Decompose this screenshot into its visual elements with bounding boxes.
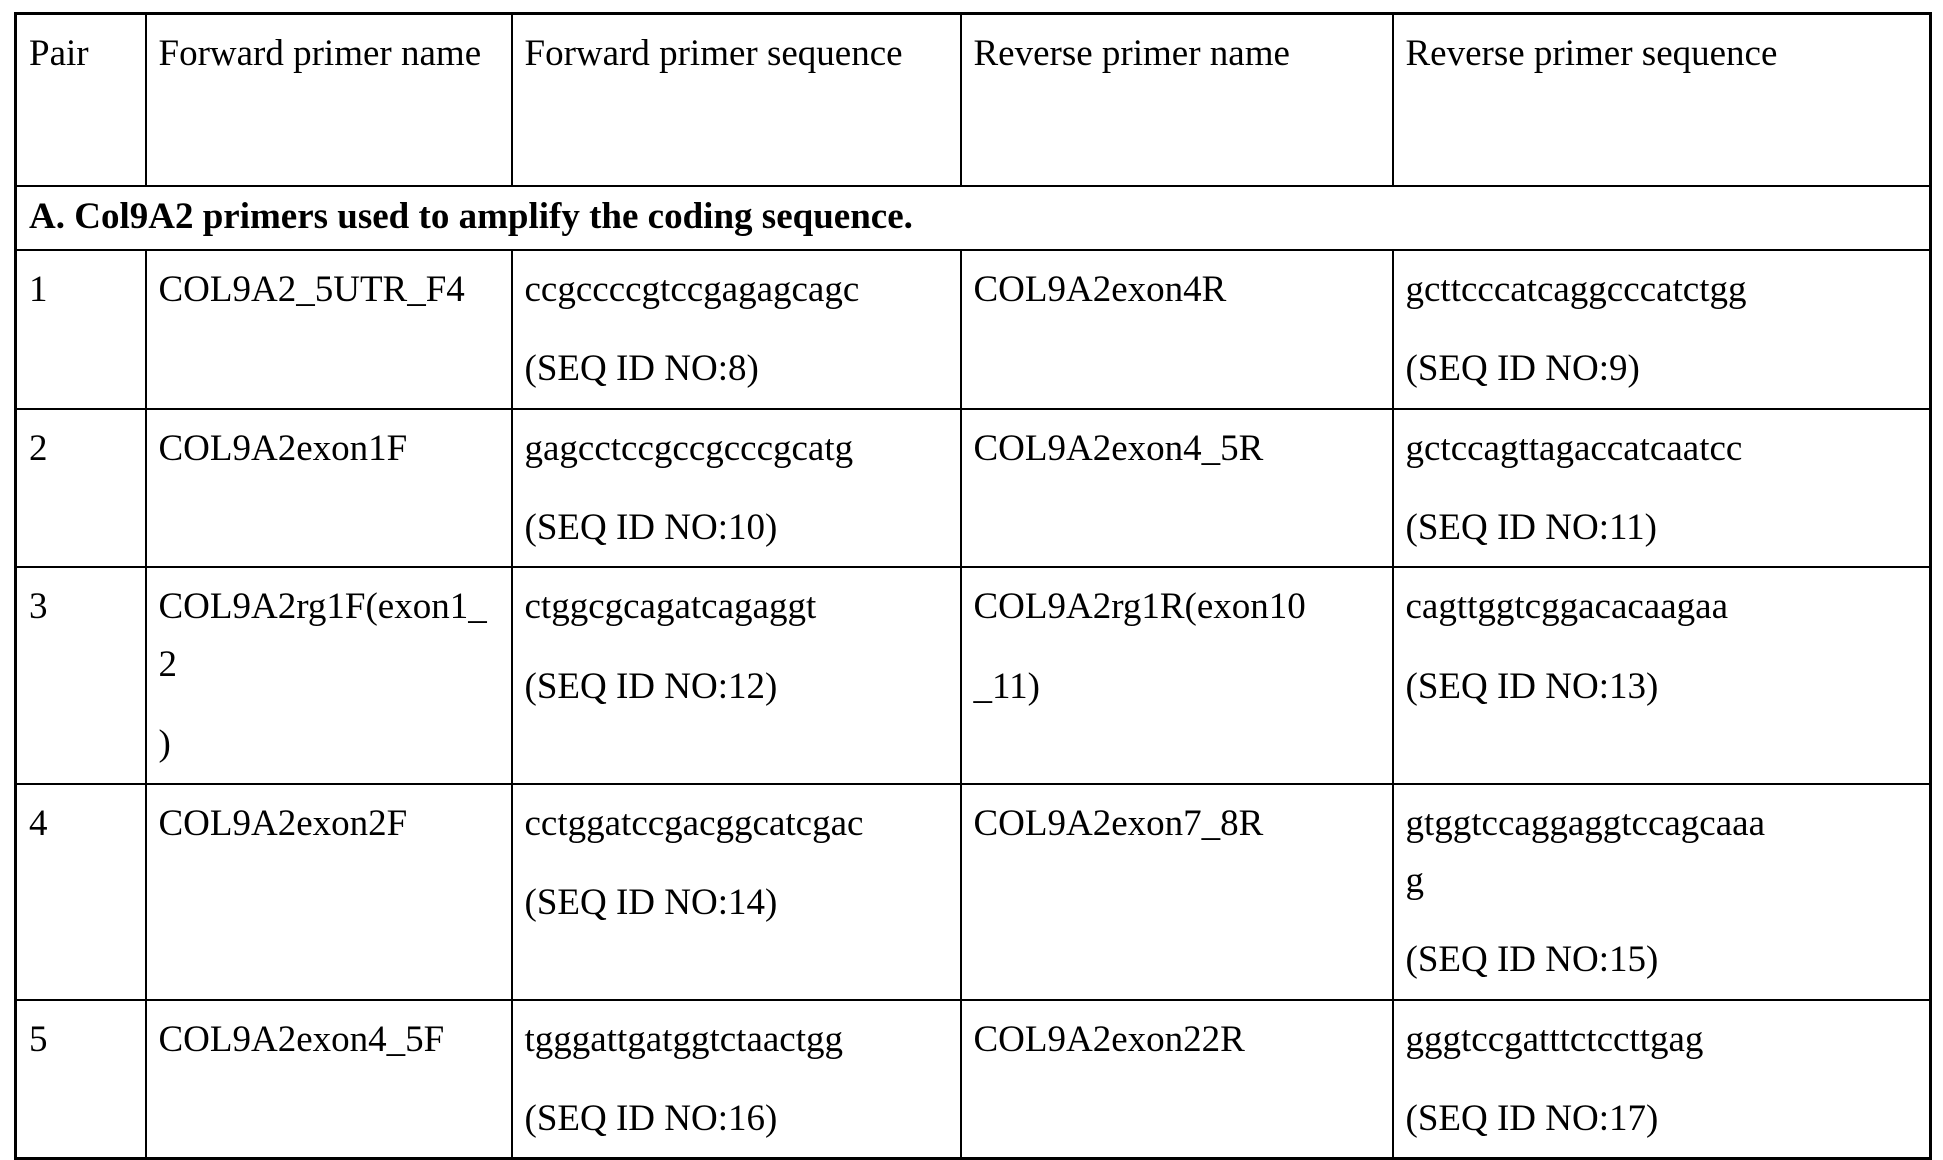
table-body: A. Col9A2 primers used to amplify the co… (14, 184, 1932, 1160)
cell-reverse-primer-sequence: cagttggtcggacacaagaa (SEQ ID NO:13) (1391, 566, 1932, 785)
cell-reverse-primer-name: COL9A2exon4_5R (959, 407, 1394, 569)
cell-reverse-primer-name: COL9A2exon7_8R (959, 782, 1394, 1001)
reverse-seq-id: (SEQ ID NO:13) (1405, 665, 1659, 707)
cell-forward-primer-name: COL9A2exon4_5F (144, 998, 513, 1160)
cell-forward-primer-sequence: ccgccccgtccgagagcagc (SEQ ID NO:8) (510, 249, 962, 410)
forward-sequence-text: ctggcgcagatcagaggt (524, 586, 817, 628)
reverse-sequence-text: cagttggtcggacacaagaa (1405, 586, 1729, 628)
reverse-seq-id: (SEQ ID NO:17) (1405, 1097, 1659, 1139)
reverse-sequence-text: gcttcccatcaggcccatctgg (1405, 269, 1747, 311)
table-header-row: Pair Forward primer name Forward primer … (14, 12, 1932, 187)
table-row: 3 COL9A2rg1F(exon1_2 ) ctggcgcagatcagagg… (14, 566, 1932, 785)
cell-forward-primer-sequence: ctggcgcagatcagaggt (SEQ ID NO:12) (510, 566, 962, 785)
reverse-seq-id: (SEQ ID NO:9) (1405, 348, 1640, 390)
forward-name-line-2: ) (158, 723, 171, 765)
cell-forward-primer-name: COL9A2exon2F (144, 782, 513, 1001)
cell-reverse-primer-sequence: gtggtccaggaggtccagcaaa g (SEQ ID NO:15) (1391, 782, 1932, 1001)
cell-forward-primer-sequence: cctggatccgacggcatcgac (SEQ ID NO:14) (510, 782, 962, 1001)
reverse-sequence-text: gggtccgatttctccttgag (1405, 1018, 1704, 1060)
reverse-sequence-text: gctccagttagaccatcaatcc (1405, 427, 1743, 469)
cell-forward-primer-sequence: gagcctccgccgcccgcatg (SEQ ID NO:10) (510, 407, 962, 569)
forward-name-line-1: COL9A2rg1F(exon1_2 (158, 586, 487, 685)
forward-name-line-1: COL9A2exon2F (158, 802, 408, 844)
forward-sequence-text: cctggatccgacggcatcgac (524, 802, 864, 844)
table-row: 2 COL9A2exon1F gagcctccgccgcccgcatg (SEQ… (14, 407, 1932, 569)
cell-forward-primer-name: COL9A2exon1F (144, 407, 513, 569)
cell-pair: 4 (14, 782, 147, 1001)
table-row: 5 COL9A2exon4_5F tgggattgatggtctaactgg (… (14, 998, 1932, 1160)
forward-seq-id: (SEQ ID NO:8) (524, 348, 759, 390)
column-header-forward-primer-sequence: Forward primer sequence (510, 12, 962, 187)
primer-table: Pair Forward primer name Forward primer … (14, 12, 1932, 1160)
forward-sequence-text: tgggattgatggtctaactgg (524, 1018, 844, 1060)
reverse-name-line-1: COL9A2exon4R (973, 269, 1227, 311)
cell-reverse-primer-name: COL9A2exon4R (959, 249, 1394, 410)
reverse-sequence-text: gtggtccaggaggtccagcaaa (1405, 802, 1766, 844)
forward-seq-id: (SEQ ID NO:14) (524, 881, 778, 923)
reverse-name-line-1: COL9A2exon22R (973, 1018, 1245, 1060)
reverse-seq-id: (SEQ ID NO:15) (1405, 939, 1659, 981)
cell-forward-primer-name: COL9A2rg1F(exon1_2 ) (144, 566, 513, 785)
cell-reverse-primer-name: COL9A2rg1R(exon10 _11) (959, 566, 1394, 785)
cell-reverse-primer-sequence: gggtccgatttctccttgag (SEQ ID NO:17) (1391, 998, 1932, 1160)
column-header-reverse-primer-name: Reverse primer name (959, 12, 1394, 187)
reverse-name-line-1: COL9A2exon4_5R (973, 427, 1264, 469)
column-header-reverse-primer-sequence: Reverse primer sequence (1391, 12, 1932, 187)
forward-seq-id: (SEQ ID NO:10) (524, 507, 778, 549)
cell-reverse-primer-sequence: gctccagttagaccatcaatcc (SEQ ID NO:11) (1391, 407, 1932, 569)
section-header-row: A. Col9A2 primers used to amplify the co… (14, 184, 1932, 252)
cell-reverse-primer-name: COL9A2exon22R (959, 998, 1394, 1160)
reverse-name-line-1: COL9A2exon7_8R (973, 802, 1264, 844)
table-row: 4 COL9A2exon2F cctggatccgacggcatcgac (SE… (14, 782, 1932, 1001)
column-header-forward-primer-name: Forward primer name (144, 12, 513, 187)
forward-seq-id: (SEQ ID NO:12) (524, 665, 778, 707)
cell-pair: 2 (14, 407, 147, 569)
document-page: Pair Forward primer name Forward primer … (0, 0, 1943, 1160)
forward-sequence-text: ccgccccgtccgagagcagc (524, 269, 860, 311)
forward-name-line-1: COL9A2exon1F (158, 427, 408, 469)
reverse-sequence-text-line-2: g (1405, 859, 1425, 901)
column-header-pair: Pair (14, 12, 147, 187)
cell-forward-primer-sequence: tgggattgatggtctaactgg (SEQ ID NO:16) (510, 998, 962, 1160)
forward-sequence-text: gagcctccgccgcccgcatg (524, 427, 854, 469)
cell-pair: 5 (14, 998, 147, 1160)
forward-name-line-1: COL9A2exon4_5F (158, 1018, 445, 1060)
section-header-label: A. Col9A2 primers used to amplify the co… (14, 184, 1932, 252)
table-header: Pair Forward primer name Forward primer … (14, 12, 1932, 187)
reverse-name-line-2: _11) (973, 665, 1040, 707)
cell-pair: 1 (14, 249, 147, 410)
cell-pair: 3 (14, 566, 147, 785)
forward-name-line-1: COL9A2_5UTR_F4 (158, 269, 465, 311)
reverse-seq-id: (SEQ ID NO:11) (1405, 507, 1657, 549)
reverse-name-line-1: COL9A2rg1R(exon10 (973, 586, 1306, 628)
cell-reverse-primer-sequence: gcttcccatcaggcccatctgg (SEQ ID NO:9) (1391, 249, 1932, 410)
forward-seq-id: (SEQ ID NO:16) (524, 1097, 778, 1139)
cell-forward-primer-name: COL9A2_5UTR_F4 (144, 249, 513, 410)
table-row: 1 COL9A2_5UTR_F4 ccgccccgtccgagagcagc (S… (14, 249, 1932, 410)
